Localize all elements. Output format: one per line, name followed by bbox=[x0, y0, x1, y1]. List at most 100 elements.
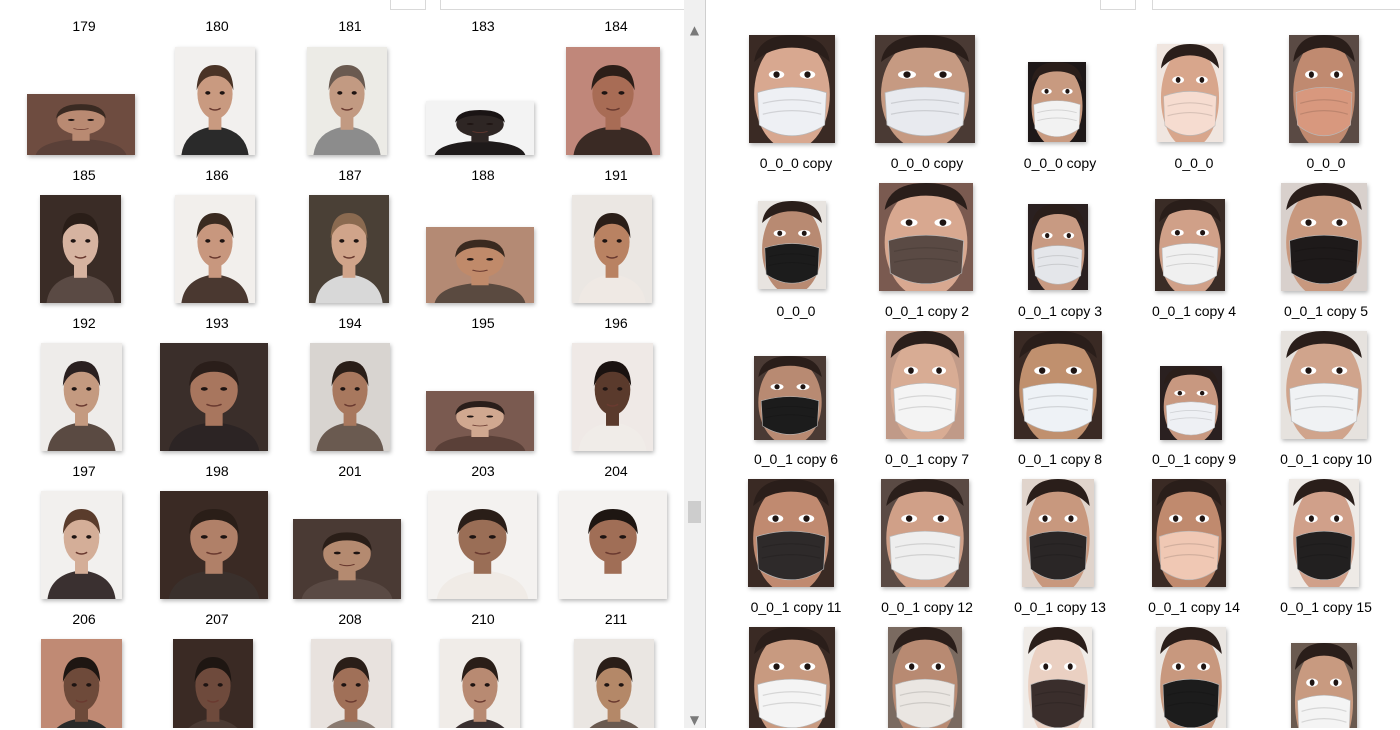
thumbnail-image[interactable] bbox=[1281, 183, 1367, 291]
file-label: 181 bbox=[338, 18, 362, 34]
file-label: 186 bbox=[205, 167, 229, 183]
file-label: 196 bbox=[604, 315, 628, 331]
file-label: 188 bbox=[471, 167, 495, 183]
file-label: 0_0_1 copy 3 bbox=[1017, 303, 1103, 319]
thumbnail-image[interactable] bbox=[566, 47, 660, 155]
thumbnail-image[interactable] bbox=[1291, 643, 1357, 728]
thumbnail-image[interactable] bbox=[41, 343, 122, 451]
file-label: 0_0_1 copy 15 bbox=[1280, 599, 1372, 615]
thumbnail-image[interactable] bbox=[888, 627, 962, 728]
file-label: 0_0_1 copy 5 bbox=[1283, 303, 1369, 319]
thumbnail-image[interactable] bbox=[748, 479, 834, 587]
scrollbar-thumb[interactable] bbox=[688, 501, 701, 523]
file-label: 208 bbox=[338, 611, 362, 627]
thumbnail-image[interactable] bbox=[309, 195, 389, 303]
thumbnail-image[interactable] bbox=[1281, 331, 1367, 439]
thumbnail-image[interactable] bbox=[886, 331, 964, 439]
left-file-pane[interactable]: 179 180 181 183 184 185 186 187 188 191 192 19… bbox=[0, 0, 684, 728]
thumbnail-image[interactable] bbox=[1022, 479, 1094, 587]
thumbnail-image[interactable] bbox=[881, 479, 969, 587]
file-label: 211 bbox=[604, 611, 628, 627]
thumbnail-image[interactable] bbox=[160, 343, 268, 451]
thumbnail-image[interactable] bbox=[1289, 479, 1359, 587]
chevron-up-icon[interactable]: ▲ bbox=[684, 20, 705, 40]
thumbnail-image[interactable] bbox=[749, 627, 835, 728]
file-label: 179 bbox=[72, 18, 96, 34]
thumbnail-image[interactable] bbox=[307, 47, 387, 155]
file-label: 0_0_0 copy bbox=[759, 155, 833, 171]
file-label: 193 bbox=[205, 315, 229, 331]
file-label: 0_0_1 copy 9 bbox=[1151, 451, 1237, 467]
file-label: 185 bbox=[72, 167, 96, 183]
thumbnail-image[interactable] bbox=[875, 35, 975, 143]
file-label: 0_0_0 copy bbox=[890, 155, 964, 171]
thumbnail-image[interactable] bbox=[173, 639, 253, 728]
file-label: 0_0_1 copy 7 bbox=[884, 451, 970, 467]
thumbnail-image[interactable] bbox=[293, 519, 401, 599]
file-label: 207 bbox=[205, 611, 229, 627]
thumbnail-image[interactable] bbox=[559, 491, 667, 599]
file-label: 195 bbox=[471, 315, 495, 331]
thumbnail-image[interactable] bbox=[1028, 62, 1086, 142]
file-label: 180 bbox=[205, 18, 229, 34]
file-label: 192 bbox=[72, 315, 96, 331]
thumbnail-image[interactable] bbox=[40, 195, 121, 303]
thumbnail-image[interactable] bbox=[428, 491, 537, 599]
file-label: 198 bbox=[205, 463, 229, 479]
thumbnail-image[interactable] bbox=[754, 356, 826, 440]
thumbnail-image[interactable] bbox=[426, 227, 534, 303]
thumbnail-image[interactable] bbox=[574, 639, 654, 728]
file-label: 0_0_1 copy 8 bbox=[1017, 451, 1103, 467]
left-vertical-scrollbar[interactable]: ▲ ▼ bbox=[684, 0, 705, 728]
file-label: 0_0_1 copy 13 bbox=[1014, 599, 1106, 615]
thumbnail-image[interactable] bbox=[27, 94, 135, 155]
thumbnail-image[interactable] bbox=[1160, 366, 1222, 440]
file-label: 0_0_0 bbox=[1174, 155, 1214, 171]
thumbnail-image[interactable] bbox=[426, 391, 534, 451]
thumbnail-image[interactable] bbox=[311, 639, 391, 728]
thumbnail-image[interactable] bbox=[440, 639, 520, 728]
file-label: 201 bbox=[338, 463, 362, 479]
file-label: 0_0_1 copy 11 bbox=[750, 599, 842, 615]
thumbnail-image[interactable] bbox=[1028, 204, 1088, 290]
file-label: 191 bbox=[604, 167, 628, 183]
thumbnail-image[interactable] bbox=[1152, 479, 1226, 587]
file-label: 204 bbox=[604, 463, 628, 479]
file-label: 0_0_1 copy 12 bbox=[881, 599, 973, 615]
thumbnail-image[interactable] bbox=[160, 491, 268, 599]
thumbnail-image[interactable] bbox=[1155, 199, 1225, 291]
thumbnail-image[interactable] bbox=[1156, 627, 1226, 728]
thumbnail-image[interactable] bbox=[572, 343, 653, 451]
file-label: 0_0_0 copy bbox=[1023, 155, 1097, 171]
file-label: 183 bbox=[471, 18, 495, 34]
file-label: 0_0_0 bbox=[1306, 155, 1346, 171]
thumbnail-image[interactable] bbox=[1157, 44, 1223, 142]
thumbnail-image[interactable] bbox=[749, 35, 835, 143]
thumbnail-image[interactable] bbox=[1289, 35, 1359, 143]
file-label: 184 bbox=[604, 18, 628, 34]
chevron-down-icon[interactable]: ▼ bbox=[684, 710, 705, 730]
file-label: 0_0_1 copy 2 bbox=[884, 303, 970, 319]
thumbnail-image[interactable] bbox=[310, 343, 390, 451]
thumbnail-image[interactable] bbox=[175, 47, 255, 155]
thumbnail-image[interactable] bbox=[572, 195, 652, 303]
file-label: 0_0_1 copy 14 bbox=[1148, 599, 1240, 615]
file-label: 0_0_1 copy 4 bbox=[1151, 303, 1237, 319]
file-label: 0_0_1 copy 6 bbox=[753, 451, 839, 467]
thumbnail-image[interactable] bbox=[426, 101, 534, 155]
thumbnail-image[interactable] bbox=[758, 201, 826, 289]
thumbnail-image[interactable] bbox=[41, 491, 122, 599]
right-file-pane[interactable]: 0_0_0 copy 0_0_0 copy 0_0_0 copy 0_0_0 0_0_0… bbox=[706, 0, 1400, 728]
file-label: 194 bbox=[338, 315, 362, 331]
file-label: 206 bbox=[72, 611, 96, 627]
thumbnail-image[interactable] bbox=[175, 195, 255, 303]
file-label: 203 bbox=[471, 463, 495, 479]
thumbnail-image[interactable] bbox=[41, 639, 122, 728]
file-label: 0_0_0 bbox=[776, 303, 816, 319]
thumbnail-image[interactable] bbox=[1014, 331, 1102, 439]
right-thumbnail-grid: 0_0_0 copy 0_0_0 copy 0_0_0 copy 0_0_0 0_0_0… bbox=[706, 0, 1400, 728]
file-label: 210 bbox=[471, 611, 495, 627]
file-label: 187 bbox=[338, 167, 362, 183]
thumbnail-image[interactable] bbox=[1024, 627, 1092, 728]
thumbnail-image[interactable] bbox=[879, 183, 973, 291]
